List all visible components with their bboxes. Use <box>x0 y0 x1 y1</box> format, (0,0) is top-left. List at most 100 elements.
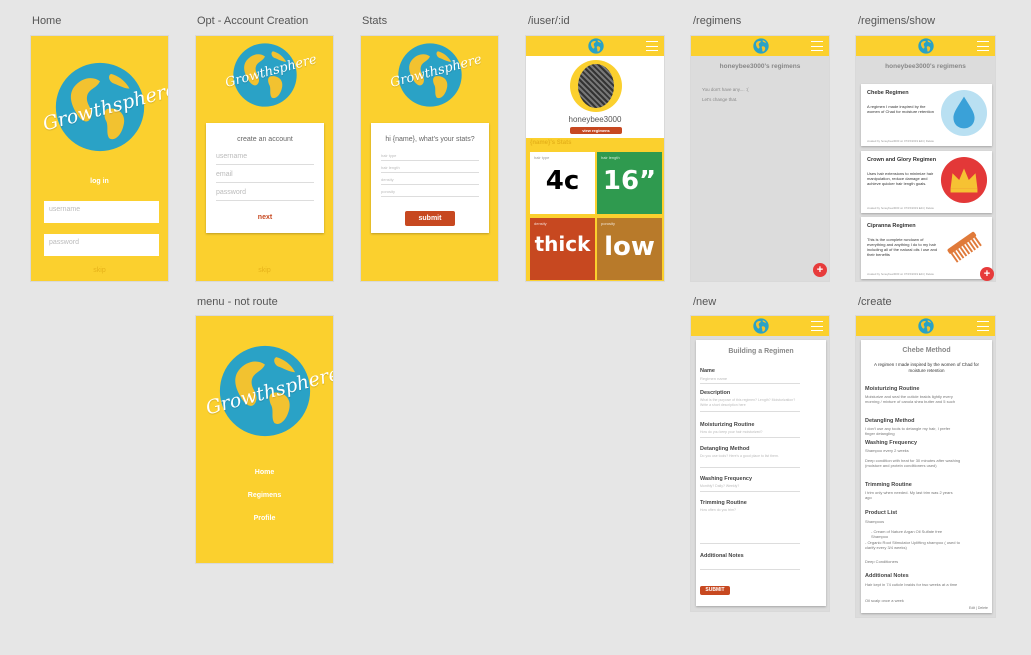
regimen-card-meta[interactable]: created by honeybee3000 on 07/15/2019 Ed… <box>867 272 934 276</box>
regimen-card-title: Chebe Regimen <box>867 90 909 96</box>
hair-length-field[interactable]: hair length <box>381 165 479 173</box>
globe-logo-icon[interactable] <box>753 318 769 334</box>
moisturizing-input[interactable]: How do you keep your hair moisturized? <box>700 430 800 438</box>
notes-label: Additional Notes <box>700 553 744 559</box>
password-input[interactable]: password <box>44 234 159 256</box>
stat-tile-value: thick <box>534 232 591 256</box>
hair-type-field[interactable]: hair type <box>381 153 479 161</box>
stat-tile: porosity low <box>597 218 662 280</box>
top-bar <box>691 36 829 56</box>
frame-regimens: honeybee3000's regimens You don't have a… <box>690 35 830 282</box>
view-regimens-button[interactable]: view regimens <box>570 127 622 134</box>
skip-link[interactable]: skip <box>196 267 333 274</box>
globe-logo-icon[interactable] <box>918 38 934 54</box>
wash-text-2: Deep condition with heat for 30 minutes … <box>865 458 961 468</box>
regimen-card-meta[interactable]: created by honeybee3000 on 07/15/2019 Ed… <box>867 206 934 210</box>
menu-item-profile[interactable]: Profile <box>196 515 333 522</box>
stat-tile-label: hair type <box>534 155 550 160</box>
regimen-card[interactable]: Crown and Glory Regimen Uses hair extensi… <box>861 151 992 213</box>
frame-account: Growthsphere create an account username … <box>195 35 334 282</box>
stats-title: {name}'s Stats <box>530 140 572 146</box>
stats-card: hi {name}, what's your stats? hair type … <box>371 123 489 233</box>
regimens-title: honeybee3000's regimens <box>885 63 966 70</box>
hamburger-menu-icon[interactable] <box>811 41 823 51</box>
comb-icon <box>947 231 982 263</box>
username-input[interactable]: username <box>44 201 159 223</box>
empty-cta: Let's change that. <box>702 97 738 102</box>
product-item: - Cream of Nature Argan Oil Sulfate free… <box>871 529 943 539</box>
menu-item-regimens[interactable]: Regimens <box>196 492 333 499</box>
trimming-input[interactable]: How often do you trim? <box>700 508 800 544</box>
porosity-field[interactable]: porosity <box>381 189 479 197</box>
email-field[interactable]: email <box>216 171 314 183</box>
water-drop-icon <box>940 89 988 137</box>
regimen-card-description: This is the complete rundown of everythi… <box>867 237 938 257</box>
regimen-title: Chebe Method <box>902 347 951 354</box>
regimen-card-description: Uses hair extensions to minimize hair ma… <box>867 171 934 186</box>
label-new: /new <box>693 296 717 308</box>
password-field[interactable]: password <box>216 189 314 201</box>
description-input[interactable]: What is the purpose of this regimen? Len… <box>700 398 800 412</box>
hamburger-menu-icon[interactable] <box>811 321 823 331</box>
stat-tile-value: low <box>604 232 655 262</box>
top-bar <box>856 36 995 56</box>
add-regimen-button[interactable]: + <box>813 263 827 277</box>
next-button[interactable]: next <box>206 214 324 221</box>
detangling-label: Detangling Method <box>700 446 750 452</box>
submit-button[interactable]: submit <box>405 211 455 226</box>
regimen-detail-card: Chebe Method A regimen I made inspired b… <box>861 340 992 613</box>
globe-logo-icon[interactable] <box>918 318 934 334</box>
form-title: Building a Regimen <box>728 348 794 355</box>
notes-text-2: Oil scalp once a week <box>865 598 904 603</box>
regimen-card-title: Crown and Glory Regimen <box>867 157 937 163</box>
top-bar <box>856 316 995 336</box>
description-label: Description <box>700 390 731 396</box>
regimen-card[interactable]: Chebe Regimen A regimen I made inspired b… <box>861 84 992 146</box>
washing-label: Washing Frequency <box>700 476 753 482</box>
label-regimens: /regimens <box>693 15 742 27</box>
stat-tile-value: 4c <box>545 166 580 196</box>
top-bar <box>526 36 664 56</box>
hamburger-menu-icon[interactable] <box>977 41 989 51</box>
hamburger-menu-icon[interactable] <box>977 321 989 331</box>
globe-logo-icon[interactable] <box>753 38 769 54</box>
detangle-text: I don't use any tools to detangle my hai… <box>865 426 951 436</box>
globe-logo-icon[interactable] <box>588 38 604 54</box>
regimen-card[interactable]: Cipranna Regimen This is the complete run… <box>861 217 992 279</box>
stats-heading: hi {name}, what's your stats? <box>385 136 475 143</box>
submit-button[interactable]: SUBMIT <box>700 586 730 595</box>
avatar <box>570 60 622 112</box>
shampoo-heading: Shampoos <box>865 519 885 524</box>
notes-input[interactable] <box>700 560 800 570</box>
add-regimen-button[interactable]: + <box>980 267 994 281</box>
name-label: Name <box>700 368 715 374</box>
crown-icon <box>940 156 988 204</box>
label-stats: Stats <box>362 15 388 27</box>
hamburger-menu-icon[interactable] <box>646 41 658 51</box>
username-field[interactable]: username <box>216 153 314 165</box>
trim-text: I trim only when needed. My last trim wa… <box>865 490 953 500</box>
stat-tile: hair length 16” <box>597 152 662 214</box>
edit-delete-links[interactable]: Edit | Delete <box>969 606 988 610</box>
regimen-card-meta[interactable]: created by honeybee3000 on 07/15/2019 Ed… <box>867 139 934 143</box>
name-input[interactable]: Regimen name <box>700 376 800 384</box>
regimen-card-title: Cipranna Regimen <box>867 223 916 229</box>
frame-stats: Growthsphere hi {name}, what's your stat… <box>360 35 499 282</box>
profile-username: honeybee3000 <box>568 115 622 124</box>
product-item: - Organic Root Stimulator Uplifting sham… <box>865 540 960 550</box>
density-field[interactable]: density <box>381 177 479 185</box>
stat-tile-label: density <box>534 221 547 226</box>
regimen-card-description: A regimen I made inspired by the women o… <box>867 104 934 114</box>
stat-tile-label: hair length <box>601 155 620 160</box>
stat-tile-value: 16” <box>602 166 657 196</box>
top-bar <box>691 316 829 336</box>
stat-tile: density thick <box>530 218 595 280</box>
skip-link[interactable]: skip <box>31 267 168 274</box>
account-card: create an account username email passwor… <box>206 123 324 233</box>
frame-new: Building a Regimen Name Regimen name Des… <box>690 315 830 612</box>
menu-item-home[interactable]: Home <box>196 469 333 476</box>
frame-menu: Growthsphere Home Regimens Profile <box>195 315 334 564</box>
detangling-input[interactable]: Do you use tools? Here's a good place to… <box>700 454 800 468</box>
notes-heading: Additional Notes <box>865 573 909 579</box>
washing-input[interactable]: Monthly? Daily? Weekly? <box>700 484 800 492</box>
